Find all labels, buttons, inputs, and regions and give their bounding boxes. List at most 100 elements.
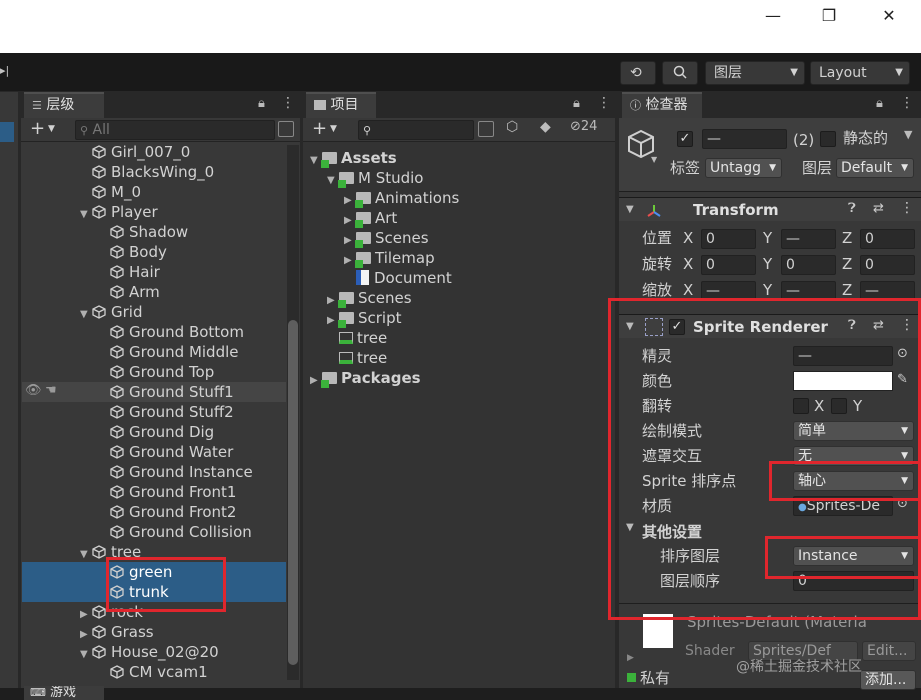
fold-arrow-icon[interactable]: ▼ bbox=[80, 205, 92, 225]
static-checkbox[interactable] bbox=[820, 131, 836, 147]
hierarchy-item[interactable]: M_0 bbox=[80, 182, 141, 202]
rotation-y-field[interactable]: 0 bbox=[781, 255, 836, 275]
object-picker-icon[interactable]: ⊙ bbox=[897, 496, 908, 511]
mask-interaction-dropdown[interactable]: 无 ▼ bbox=[793, 446, 914, 466]
tab-project[interactable]: 项目 bbox=[306, 92, 376, 118]
hierarchy-item[interactable]: Ground Instance bbox=[98, 462, 253, 482]
scale-z-field[interactable]: — bbox=[860, 281, 915, 300]
hierarchy-item[interactable]: BlacksWing_0 bbox=[80, 162, 214, 182]
fold-arrow-icon[interactable]: ▶ bbox=[627, 653, 634, 663]
material-field[interactable]: ●Sprites-De bbox=[793, 496, 893, 516]
hierarchy-item[interactable]: trunk bbox=[98, 582, 169, 602]
hierarchy-item[interactable]: Girl_007_0 bbox=[80, 142, 190, 162]
layers-dropdown[interactable]: 图层 ▼ bbox=[705, 61, 805, 85]
project-item[interactable]: ▶ Scenes bbox=[327, 288, 412, 308]
sprite-field[interactable]: — bbox=[793, 346, 893, 366]
hierarchy-item[interactable]: Ground Front2 bbox=[98, 502, 236, 522]
project-item[interactable]: ▶ Art bbox=[344, 208, 397, 228]
shader-edit-button[interactable]: Edit... bbox=[862, 641, 916, 661]
hidden-packages-button[interactable]: ⊘24 bbox=[570, 119, 597, 134]
add-component-button[interactable]: 添加... bbox=[860, 670, 916, 690]
presets-icon[interactable]: ⇄ bbox=[873, 318, 884, 333]
help-icon[interactable]: ❓︎ bbox=[848, 201, 856, 216]
history-button[interactable]: ⟲ bbox=[620, 61, 656, 85]
project-item[interactable]: ▶ Scenes bbox=[344, 228, 429, 248]
minimize-button[interactable]: — bbox=[761, 6, 785, 26]
color-swatch[interactable] bbox=[793, 371, 893, 391]
position-y-field[interactable]: — bbox=[781, 229, 836, 249]
search-button[interactable] bbox=[662, 61, 698, 85]
hierarchy-item[interactable]: ▼ tree bbox=[80, 542, 141, 562]
tab-hierarchy[interactable]: ☰ 层级 bbox=[24, 92, 104, 118]
restore-button[interactable]: ❐ bbox=[817, 6, 841, 26]
active-checkbox[interactable]: ✓ bbox=[677, 131, 693, 147]
project-item[interactable]: tree bbox=[327, 328, 387, 348]
hierarchy-item[interactable]: Ground Bottom bbox=[98, 322, 244, 342]
object-name-input[interactable]: — bbox=[702, 129, 787, 149]
create-button[interactable]: + ▼ bbox=[30, 118, 55, 139]
hierarchy-item[interactable]: Ground Dig bbox=[98, 422, 214, 442]
sprite-sort-point-dropdown[interactable]: 轴心 ▼ bbox=[793, 471, 914, 491]
rotation-x-field[interactable]: 0 bbox=[701, 255, 756, 275]
position-x-field[interactable]: 0 bbox=[701, 229, 756, 249]
hierarchy-item[interactable]: ▼ Grid bbox=[80, 302, 142, 322]
scene-filter-icon[interactable] bbox=[278, 121, 294, 137]
filter-type-icon[interactable]: ⬡ bbox=[506, 119, 518, 135]
lock-icon[interactable]: 🔒︎ bbox=[258, 96, 265, 111]
fold-arrow-icon[interactable]: ▼ bbox=[626, 522, 634, 533]
hierarchy-search-input[interactable]: ⚲ All bbox=[75, 120, 275, 140]
pickable-hand-icon[interactable]: ☚ bbox=[45, 383, 57, 398]
rotation-z-field[interactable]: 0 bbox=[860, 255, 915, 275]
more-menu-icon[interactable]: ⋮ bbox=[900, 200, 914, 216]
project-item[interactable]: ▼ Assets bbox=[310, 148, 397, 168]
lock-icon[interactable]: 🔒︎ bbox=[573, 96, 580, 111]
hierarchy-item[interactable]: Ground Collision bbox=[98, 522, 252, 542]
hierarchy-item[interactable]: Arm bbox=[98, 282, 160, 302]
draw-mode-dropdown[interactable]: 简单 ▼ bbox=[793, 421, 914, 441]
scale-x-field[interactable]: — bbox=[701, 281, 756, 300]
eyedropper-icon[interactable]: ✎ bbox=[897, 372, 908, 387]
layout-dropdown[interactable]: Layout ▼ bbox=[810, 61, 910, 85]
hierarchy-item[interactable]: ▼ House_02@20 bbox=[80, 642, 219, 662]
hierarchy-scrollbar-thumb[interactable] bbox=[288, 320, 298, 665]
project-item[interactable]: ▶ Animations bbox=[344, 188, 459, 208]
flip-x-checkbox[interactable] bbox=[793, 398, 809, 414]
position-z-field[interactable]: 0 bbox=[860, 229, 915, 249]
hierarchy-item[interactable]: ▶ rock bbox=[80, 602, 143, 622]
static-dropdown-icon[interactable]: ▼ bbox=[904, 128, 912, 141]
hierarchy-item[interactable]: Ground Front1 bbox=[98, 482, 236, 502]
left-edge-dropdown[interactable] bbox=[0, 122, 14, 142]
hierarchy-item[interactable]: Ground Middle bbox=[98, 342, 239, 362]
help-icon[interactable]: ❓︎ bbox=[848, 318, 856, 333]
tag-dropdown[interactable]: Untagg ▼ bbox=[705, 158, 782, 178]
scale-y-field[interactable]: — bbox=[781, 281, 836, 300]
project-item[interactable]: ▶ Packages bbox=[310, 368, 421, 388]
project-item[interactable]: Document bbox=[344, 268, 452, 288]
project-item[interactable]: tree bbox=[327, 348, 387, 368]
project-search-input[interactable]: ⚲ bbox=[358, 120, 474, 140]
tab-game[interactable]: ⌨ 游戏 bbox=[24, 686, 104, 700]
project-item[interactable]: ▼ M Studio bbox=[327, 168, 424, 188]
hierarchy-item[interactable]: Ground Stuff1 bbox=[98, 382, 234, 402]
fold-arrow-icon[interactable]: ▼ bbox=[80, 645, 92, 665]
step-icon[interactable]: ▸| bbox=[0, 64, 10, 82]
sprite-renderer-header[interactable]: ▼ ✓ Sprite Renderer ❓︎ ⇄ ⋮ bbox=[619, 314, 921, 338]
hierarchy-item[interactable]: Hair bbox=[98, 262, 160, 282]
sprite-renderer-enabled-checkbox[interactable]: ✓ bbox=[669, 319, 685, 335]
project-item[interactable]: ▶ Tilemap bbox=[344, 248, 435, 268]
more-menu-icon[interactable]: ⋮ bbox=[900, 95, 914, 111]
label-tag-icon[interactable]: ◆ bbox=[540, 119, 551, 135]
flip-y-checkbox[interactable] bbox=[831, 398, 847, 414]
hierarchy-item[interactable]: ▶ Grass bbox=[80, 622, 154, 642]
visibility-eye-icon[interactable]: 👁︎ bbox=[25, 383, 42, 398]
create-asset-button[interactable]: + ▼ bbox=[312, 118, 337, 139]
more-menu-icon[interactable]: ⋮ bbox=[281, 95, 295, 111]
fold-arrow-icon[interactable]: ▼ bbox=[80, 305, 92, 325]
close-button[interactable]: ✕ bbox=[877, 6, 901, 26]
sorting-layer-dropdown[interactable]: Instance ▼ bbox=[793, 546, 914, 566]
hierarchy-item[interactable]: ▼ Player bbox=[80, 202, 158, 222]
object-picker-icon[interactable]: ⊙ bbox=[897, 346, 908, 361]
lock-icon[interactable]: 🔒︎ bbox=[876, 96, 883, 111]
project-item[interactable]: ▶ Script bbox=[327, 308, 402, 328]
more-menu-icon[interactable]: ⋮ bbox=[597, 95, 611, 111]
